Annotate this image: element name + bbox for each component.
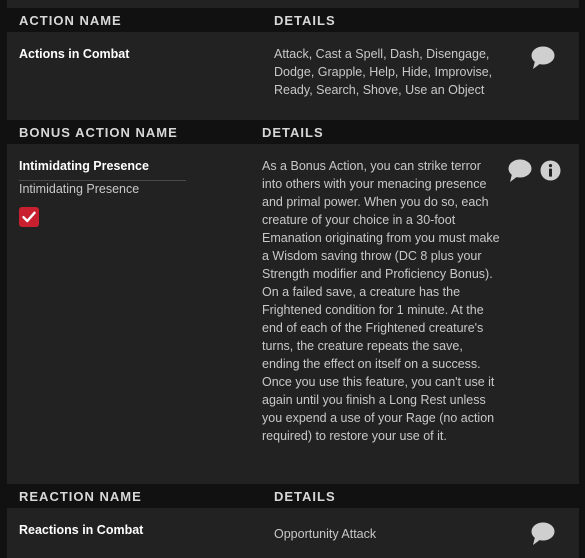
use-checkbox[interactable] xyxy=(19,207,39,227)
reactions-header: REACTION NAME DETAILS xyxy=(7,484,579,508)
reactions-in-combat-title[interactable]: Reactions in Combat xyxy=(19,523,143,537)
bonus-actions-header: BONUS ACTION NAME DETAILS xyxy=(7,120,579,144)
speech-bubble-icon[interactable] xyxy=(530,44,556,70)
title-divider xyxy=(19,180,186,181)
bonus-action-name-header: BONUS ACTION NAME xyxy=(19,125,178,140)
action-name-header: ACTION NAME xyxy=(19,13,122,28)
details-paragraph-2: Once you use this feature, you can't use… xyxy=(262,375,495,443)
actions-header: ACTION NAME DETAILS xyxy=(7,8,579,32)
actions-panel: ACTION NAME DETAILS Actions in Combat At… xyxy=(7,0,579,558)
bonus-action-details-header: DETAILS xyxy=(262,125,324,140)
actions-in-combat-details: Attack, Cast a Spell, Dash, Disengage, D… xyxy=(274,47,493,97)
reaction-details-header: DETAILS xyxy=(274,489,336,504)
action-details-header: DETAILS xyxy=(274,13,336,28)
intimidating-presence-details: As a Bonus Action, you can strike terror… xyxy=(262,157,502,445)
info-icon[interactable] xyxy=(540,160,561,181)
actions-in-combat-title[interactable]: Actions in Combat xyxy=(19,47,129,61)
intimidating-presence-subtitle: Intimidating Presence xyxy=(19,182,140,196)
speech-bubble-icon[interactable] xyxy=(530,520,556,546)
checkmark-icon xyxy=(22,211,36,223)
intimidating-presence-title[interactable]: Intimidating Presence xyxy=(19,159,149,173)
reaction-name-header: REACTION NAME xyxy=(19,489,142,504)
details-paragraph-1: As a Bonus Action, you can strike terror… xyxy=(262,159,500,371)
reactions-in-combat-details: Opportunity Attack xyxy=(274,527,377,541)
speech-bubble-icon[interactable] xyxy=(507,157,533,183)
